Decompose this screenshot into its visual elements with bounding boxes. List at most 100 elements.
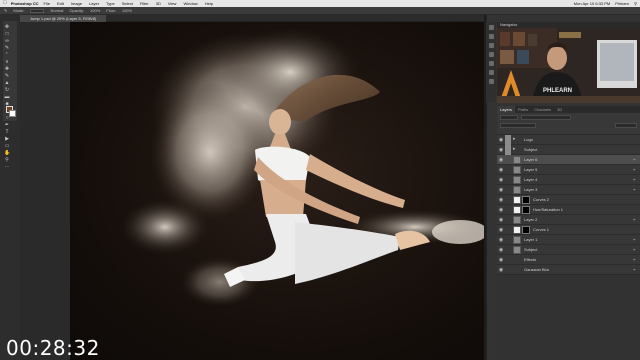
path-select-tool-icon[interactable]: ▶ <box>4 136 10 142</box>
brush-tool-icon[interactable]: ✎ <box>4 8 7 13</box>
menu-filter[interactable]: Filter <box>140 1 149 6</box>
history-panel-icon[interactable] <box>488 25 494 30</box>
layer-row[interactable]: ◉ Gaussian Blur ⚭ <box>497 265 640 275</box>
menu-3d[interactable]: 3D <box>156 1 161 6</box>
visibility-eye-icon[interactable]: ◉ <box>497 135 505 145</box>
pen-tool-icon[interactable]: ✒ <box>4 122 10 128</box>
healing-tool-icon[interactable]: ✚ <box>4 66 10 72</box>
layer-name: Layer 6 <box>524 157 538 162</box>
visibility-eye-icon[interactable]: ◉ <box>497 245 505 255</box>
layer-row[interactable]: ◉ Layer 3 ⚭ <box>497 185 640 195</box>
options-flow-value[interactable]: 100% <box>122 8 132 13</box>
layer-color-tag <box>505 185 511 195</box>
type-tool-icon[interactable]: T <box>4 129 10 135</box>
layer-color-tag <box>505 215 511 225</box>
visibility-eye-icon[interactable]: ◉ <box>497 195 505 205</box>
layer-row[interactable]: ◉ Hue/Saturation 1 <box>497 205 640 215</box>
brush-panel-icon[interactable] <box>488 52 494 57</box>
layer-row[interactable]: ◉ Subject ⚭ <box>497 245 640 255</box>
quick-select-tool-icon[interactable]: ✎ <box>4 45 10 51</box>
layer-row[interactable]: ◉ Curves 1 <box>497 225 640 235</box>
blend-mode-select[interactable] <box>500 123 536 128</box>
layer-mask-thumbnail[interactable] <box>522 195 530 204</box>
visibility-eye-icon[interactable]: ◉ <box>497 205 505 215</box>
properties-panel-icon[interactable] <box>488 34 494 39</box>
menu-help[interactable]: Help <box>205 1 213 6</box>
visibility-eye-icon[interactable]: ◉ <box>497 215 505 225</box>
layer-name: Layer 2 <box>524 217 538 222</box>
menu-select[interactable]: Select <box>122 1 133 6</box>
menu-view[interactable]: View <box>168 1 177 6</box>
tab-channels[interactable]: Channels <box>531 106 554 113</box>
folder-icon: ▸ <box>513 145 516 152</box>
adjustments-panel-icon[interactable] <box>488 43 494 48</box>
layer-filter-select[interactable] <box>500 115 518 120</box>
document-canvas[interactable] <box>70 22 484 360</box>
layer-row[interactable]: ◉ Layer 1 ⚭ <box>497 235 640 245</box>
apple-menu-icon[interactable]:  <box>3 0 7 7</box>
layer-row[interactable]: ◉ ▸ Subject <box>497 144 640 155</box>
marquee-tool-icon[interactable]: □ <box>4 31 10 37</box>
tab-paths[interactable]: Paths <box>515 106 531 113</box>
menubar-user[interactable]: Phlearn <box>615 1 629 6</box>
layer-row[interactable]: ◉ Layer 4 ⚭ <box>497 175 640 185</box>
move-tool-icon[interactable]: ✥ <box>4 24 10 30</box>
visibility-eye-icon[interactable]: ◉ <box>497 185 505 195</box>
options-opacity-value[interactable]: 100% <box>90 8 100 13</box>
collapsed-panel-strip <box>486 22 496 102</box>
layer-link-icon: ⚭ <box>632 187 636 192</box>
tab-3d[interactable]: 3D <box>554 106 565 113</box>
layer-mask-thumbnail[interactable] <box>522 225 530 234</box>
canvas-area[interactable] <box>20 22 484 360</box>
folder-icon: ▸ <box>513 135 516 142</box>
more-tools-icon[interactable]: ⋯ <box>4 164 10 170</box>
tab-layers[interactable]: Layers <box>497 106 516 113</box>
menu-layer[interactable]: Layer <box>89 1 99 6</box>
layer-row[interactable]: ◉ Layer 5 ⚭ <box>497 165 640 175</box>
layer-color-tag <box>505 175 511 185</box>
visibility-eye-icon[interactable]: ◉ <box>497 165 505 175</box>
layer-filter-icons[interactable] <box>521 115 571 120</box>
visibility-eye-icon[interactable]: ◉ <box>497 155 505 165</box>
menu-type[interactable]: Type <box>106 1 115 6</box>
brush-tool-icon[interactable]: ✎ <box>4 73 10 79</box>
layer-color-tag <box>505 144 511 155</box>
visibility-eye-icon[interactable]: ◉ <box>497 255 505 265</box>
app-menu-photoshop[interactable]: Photoshop CC <box>11 1 39 6</box>
opacity-field[interactable] <box>615 123 637 128</box>
zoom-tool-icon[interactable]: ⚲ <box>4 157 10 163</box>
layer-row[interactable]: ◉ Layer 2 ⚭ <box>497 215 640 225</box>
document-tab[interactable]: Jump 1.psd @ 25% (Layer 5, RGB/8) <box>20 14 107 22</box>
visibility-eye-icon[interactable]: ◉ <box>497 175 505 185</box>
effects-icon <box>513 256 521 264</box>
layer-color-tag <box>505 265 511 275</box>
swatches-panel-icon[interactable] <box>488 61 494 66</box>
layer-row[interactable]: ◉ ▸ Logo <box>497 134 640 145</box>
layers-controls <box>497 113 640 135</box>
layer-row[interactable]: ◉ Curves 2 <box>497 195 640 205</box>
visibility-eye-icon[interactable]: ◉ <box>497 145 505 155</box>
stamp-tool-icon[interactable]: ▲ <box>4 80 10 86</box>
layer-row[interactable]: ◉ Effects ⚭ <box>497 255 640 265</box>
menu-file[interactable]: File <box>44 1 50 6</box>
visibility-eye-icon[interactable]: ◉ <box>497 235 505 245</box>
crop-tool-icon[interactable]: ⌜ <box>4 52 10 58</box>
menu-image[interactable]: Image <box>71 1 82 6</box>
search-icon[interactable]: ⚲ <box>634 1 637 6</box>
layer-row[interactable]: ◉ Layer 6 ⚭ <box>497 155 640 165</box>
character-panel-icon[interactable] <box>488 79 494 84</box>
visibility-eye-icon[interactable]: ◉ <box>497 265 505 275</box>
layer-mask-thumbnail[interactable] <box>522 205 530 214</box>
shape-tool-icon[interactable]: ▭ <box>4 143 10 149</box>
info-panel-icon[interactable] <box>488 70 494 75</box>
visibility-eye-icon[interactable]: ◉ <box>497 225 505 235</box>
lasso-tool-icon[interactable]: ∞ <box>4 38 10 44</box>
eraser-tool-icon[interactable]: ▬ <box>4 94 10 100</box>
mode-select[interactable] <box>30 8 45 13</box>
menu-edit[interactable]: Edit <box>57 1 64 6</box>
history-brush-tool-icon[interactable]: ↻ <box>4 87 10 93</box>
eyedropper-tool-icon[interactable]: ∨ <box>4 59 10 65</box>
background-color-swatch[interactable] <box>9 110 16 117</box>
hand-tool-icon[interactable]: ✋ <box>4 150 10 156</box>
menu-window[interactable]: Window <box>183 1 197 6</box>
